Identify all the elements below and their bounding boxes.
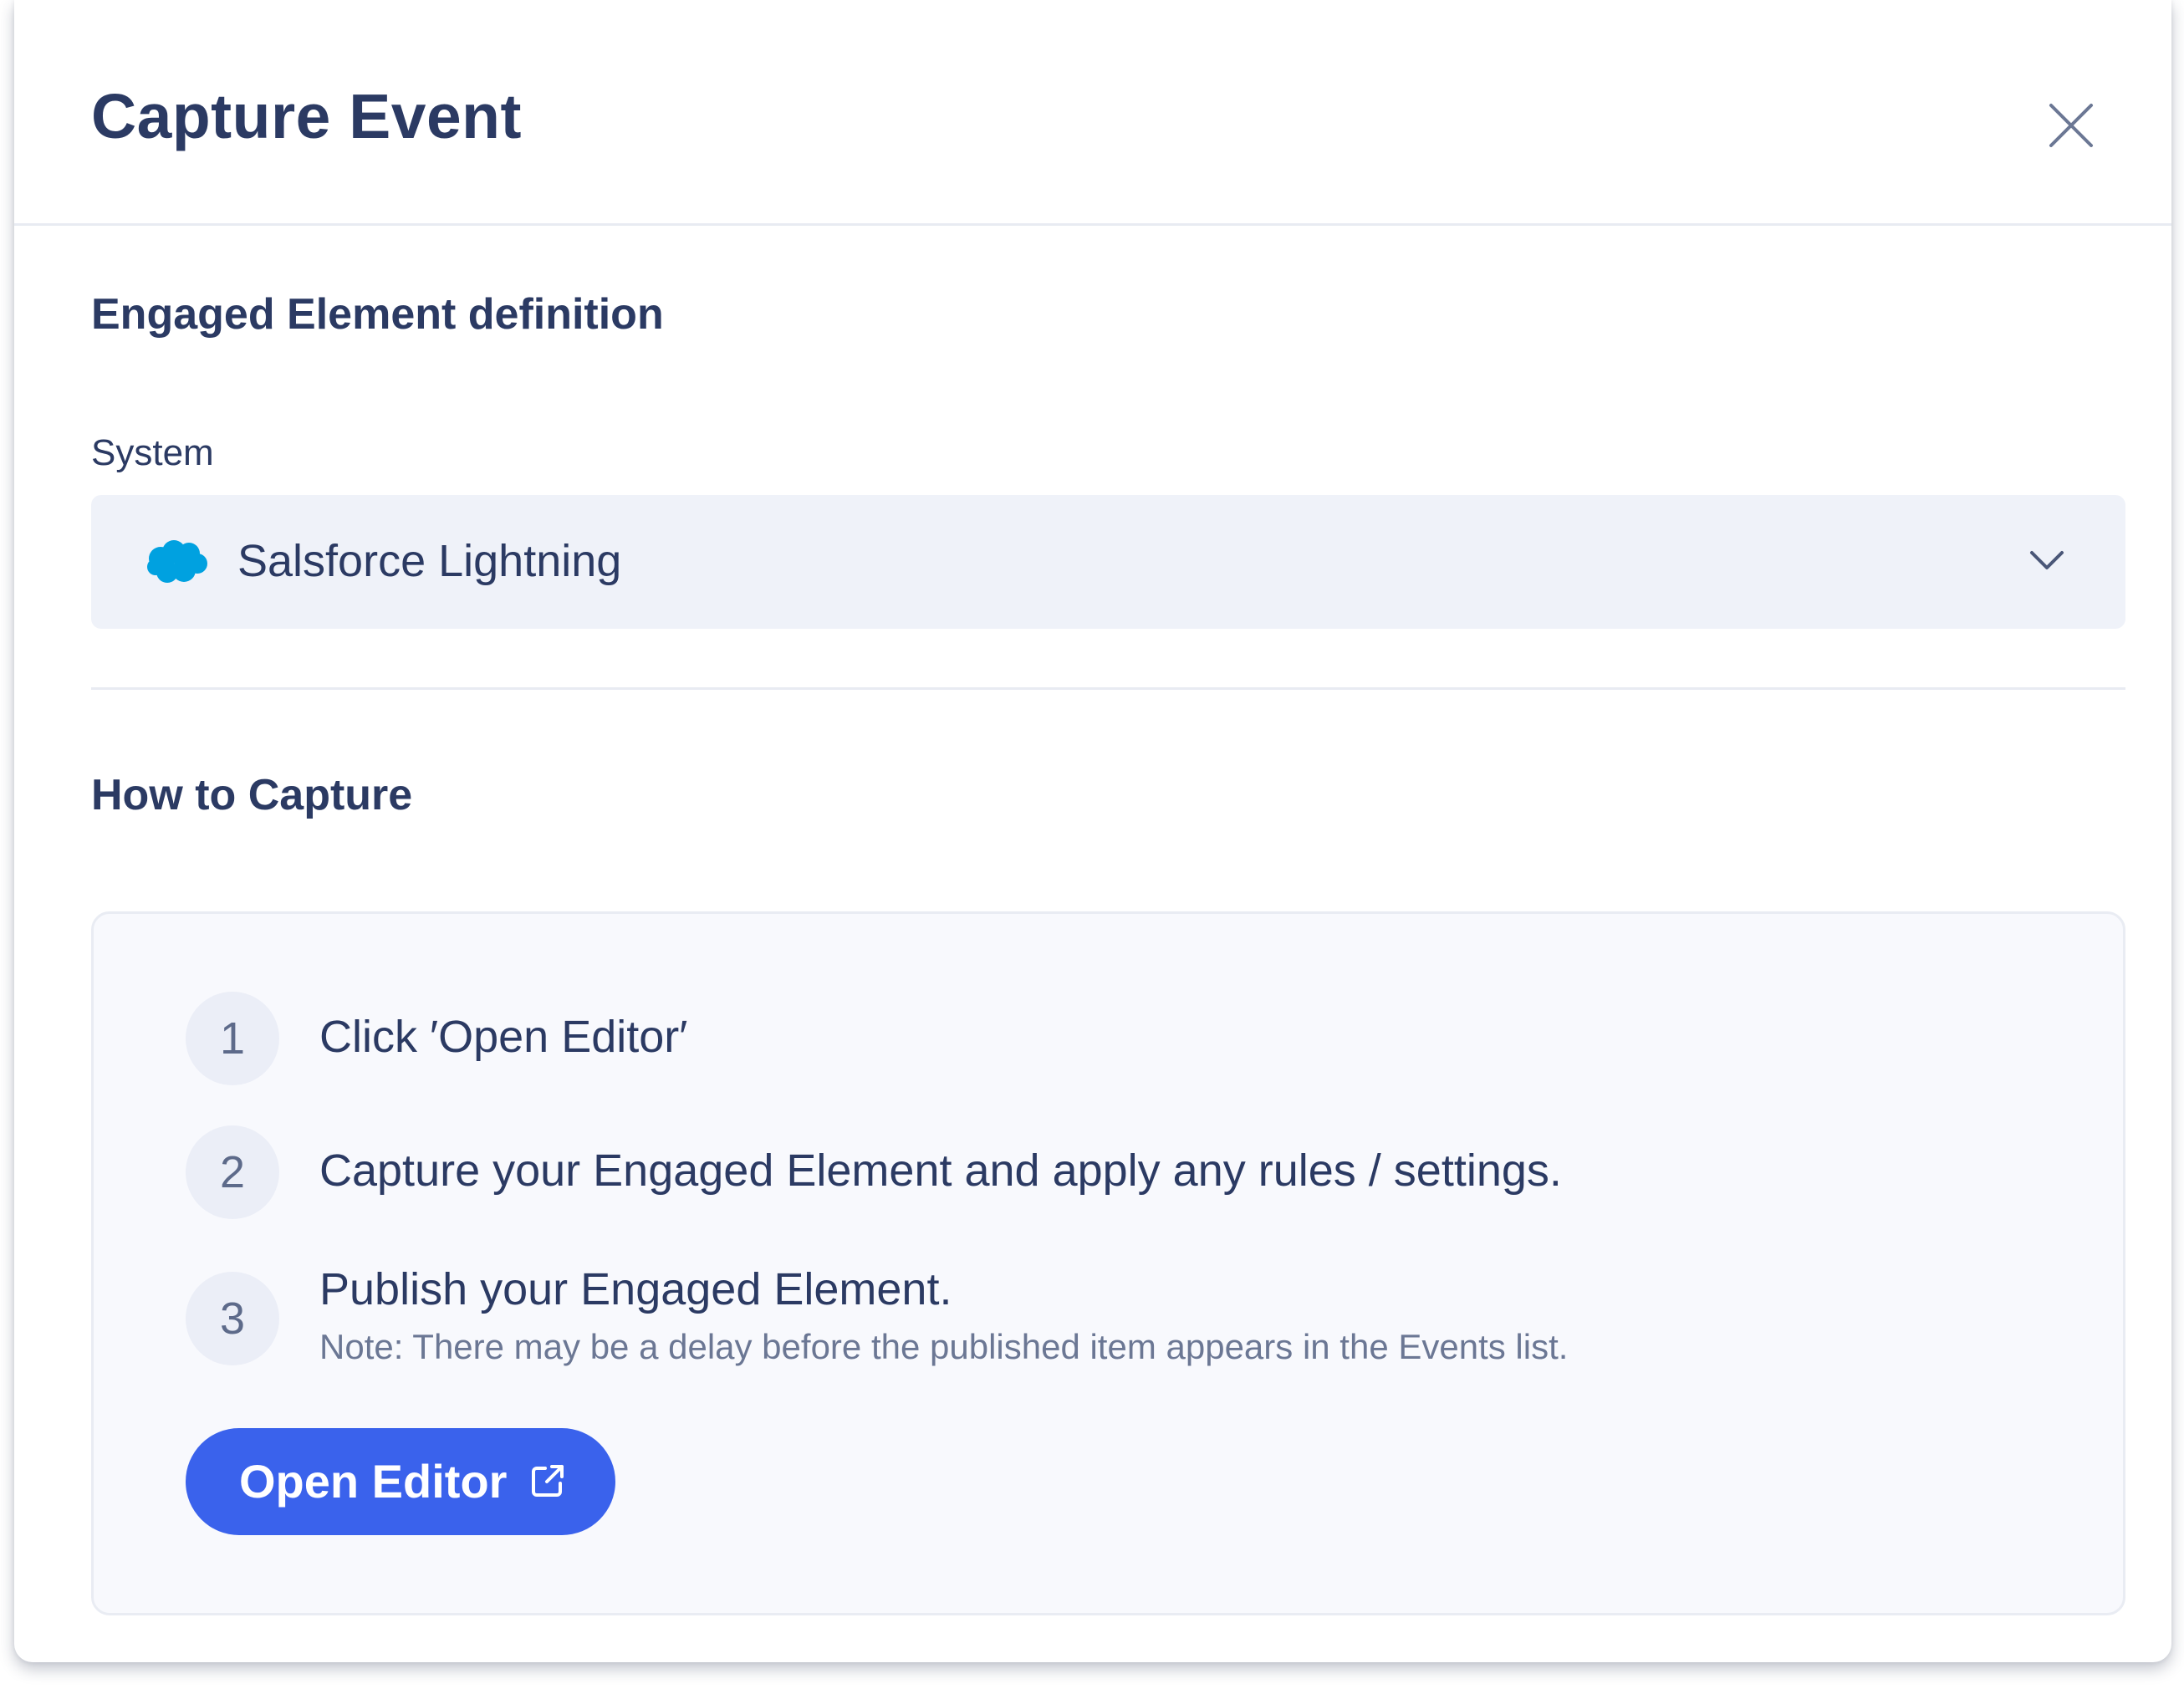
step-number-1: 1 <box>186 992 279 1085</box>
close-button[interactable] <box>2044 99 2098 152</box>
step-text-2: Capture your Engaged Element and apply a… <box>319 1146 1562 1196</box>
external-link-icon <box>532 1465 564 1497</box>
step-text-1: Click ′Open Editor′ <box>319 1012 688 1062</box>
salesforce-cloud-icon <box>147 540 207 583</box>
system-select[interactable]: Salsforce Lightning <box>91 495 2125 629</box>
capture-event-dialog: Capture Event Engaged Element definition… <box>14 0 2171 1662</box>
dialog-title: Capture Event <box>91 81 522 151</box>
step-number-2: 2 <box>186 1125 279 1219</box>
step-number-3: 3 <box>186 1272 279 1365</box>
close-icon <box>2049 104 2093 147</box>
step-text-3: Publish your Engaged Element. <box>319 1264 952 1314</box>
dialog-header: Capture Event <box>14 0 2171 226</box>
system-field-label: System <box>91 432 214 473</box>
section-divider <box>91 687 2125 690</box>
how-to-capture-section-title: How to Capture <box>91 771 413 819</box>
step-note-3: Note: There may be a delay before the pu… <box>319 1327 1569 1366</box>
open-editor-label: Open Editor <box>239 1455 508 1508</box>
open-editor-button[interactable]: Open Editor <box>186 1428 615 1535</box>
engaged-element-section-title: Engaged Element definition <box>91 290 664 339</box>
system-select-value: Salsforce Lightning <box>237 536 622 586</box>
chevron-down-icon <box>2030 551 2064 569</box>
capture-steps-card: 1 Click ′Open Editor′ 2 Capture your Eng… <box>91 911 2125 1615</box>
